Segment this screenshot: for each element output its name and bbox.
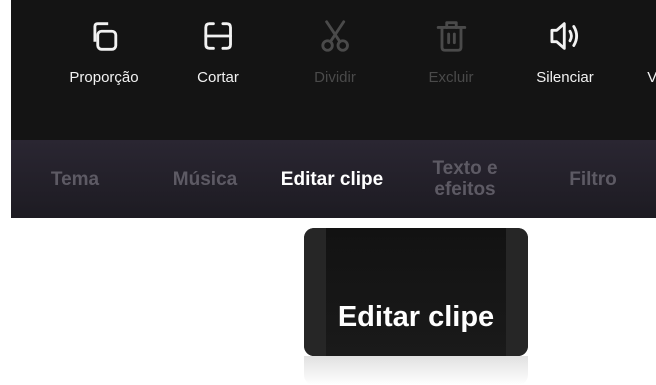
proporcao-button[interactable]: Proporção xyxy=(69,16,139,86)
zoom-reflection xyxy=(304,356,528,385)
video-editor-app: Proporção Cortar Dividir Excluir Silenci… xyxy=(11,0,656,218)
zoomed-tab-preview: Editar clipe xyxy=(304,228,528,356)
zoomed-tab-label: Editar clipe xyxy=(337,300,495,333)
tool-label: Cortar xyxy=(197,69,239,86)
tool-label: Silenciar xyxy=(536,69,594,86)
edit-toolbar: Proporção Cortar Dividir Excluir Silenci… xyxy=(11,0,656,140)
cortar-button[interactable]: Cortar xyxy=(197,16,239,86)
scissors-icon xyxy=(315,16,355,56)
dividir-button[interactable]: Dividir xyxy=(314,16,356,86)
category-tabbar: Tema Música Editar clipe Texto e efeitos… xyxy=(11,140,656,218)
tab-tema[interactable]: Tema xyxy=(51,140,99,218)
tool-label: Dividir xyxy=(314,69,356,86)
tool-label: Proporção xyxy=(69,69,139,86)
speaker-icon xyxy=(545,16,585,56)
trim-icon xyxy=(198,16,238,56)
tab-editar-clipe[interactable]: Editar clipe xyxy=(281,140,383,218)
ve-button[interactable]: Ve xyxy=(636,16,656,86)
tab-filtro[interactable]: Filtro xyxy=(569,140,617,218)
tab-texto-efeitos[interactable]: Texto e efeitos xyxy=(420,140,510,218)
trash-icon xyxy=(431,16,471,56)
tab-musica[interactable]: Música xyxy=(173,140,237,218)
tool-label: Ve xyxy=(647,69,656,86)
excluir-button[interactable]: Excluir xyxy=(428,16,474,86)
aspect-ratio-icon xyxy=(84,16,124,56)
silenciar-button[interactable]: Silenciar xyxy=(536,16,594,86)
tool-label: Excluir xyxy=(428,69,474,86)
